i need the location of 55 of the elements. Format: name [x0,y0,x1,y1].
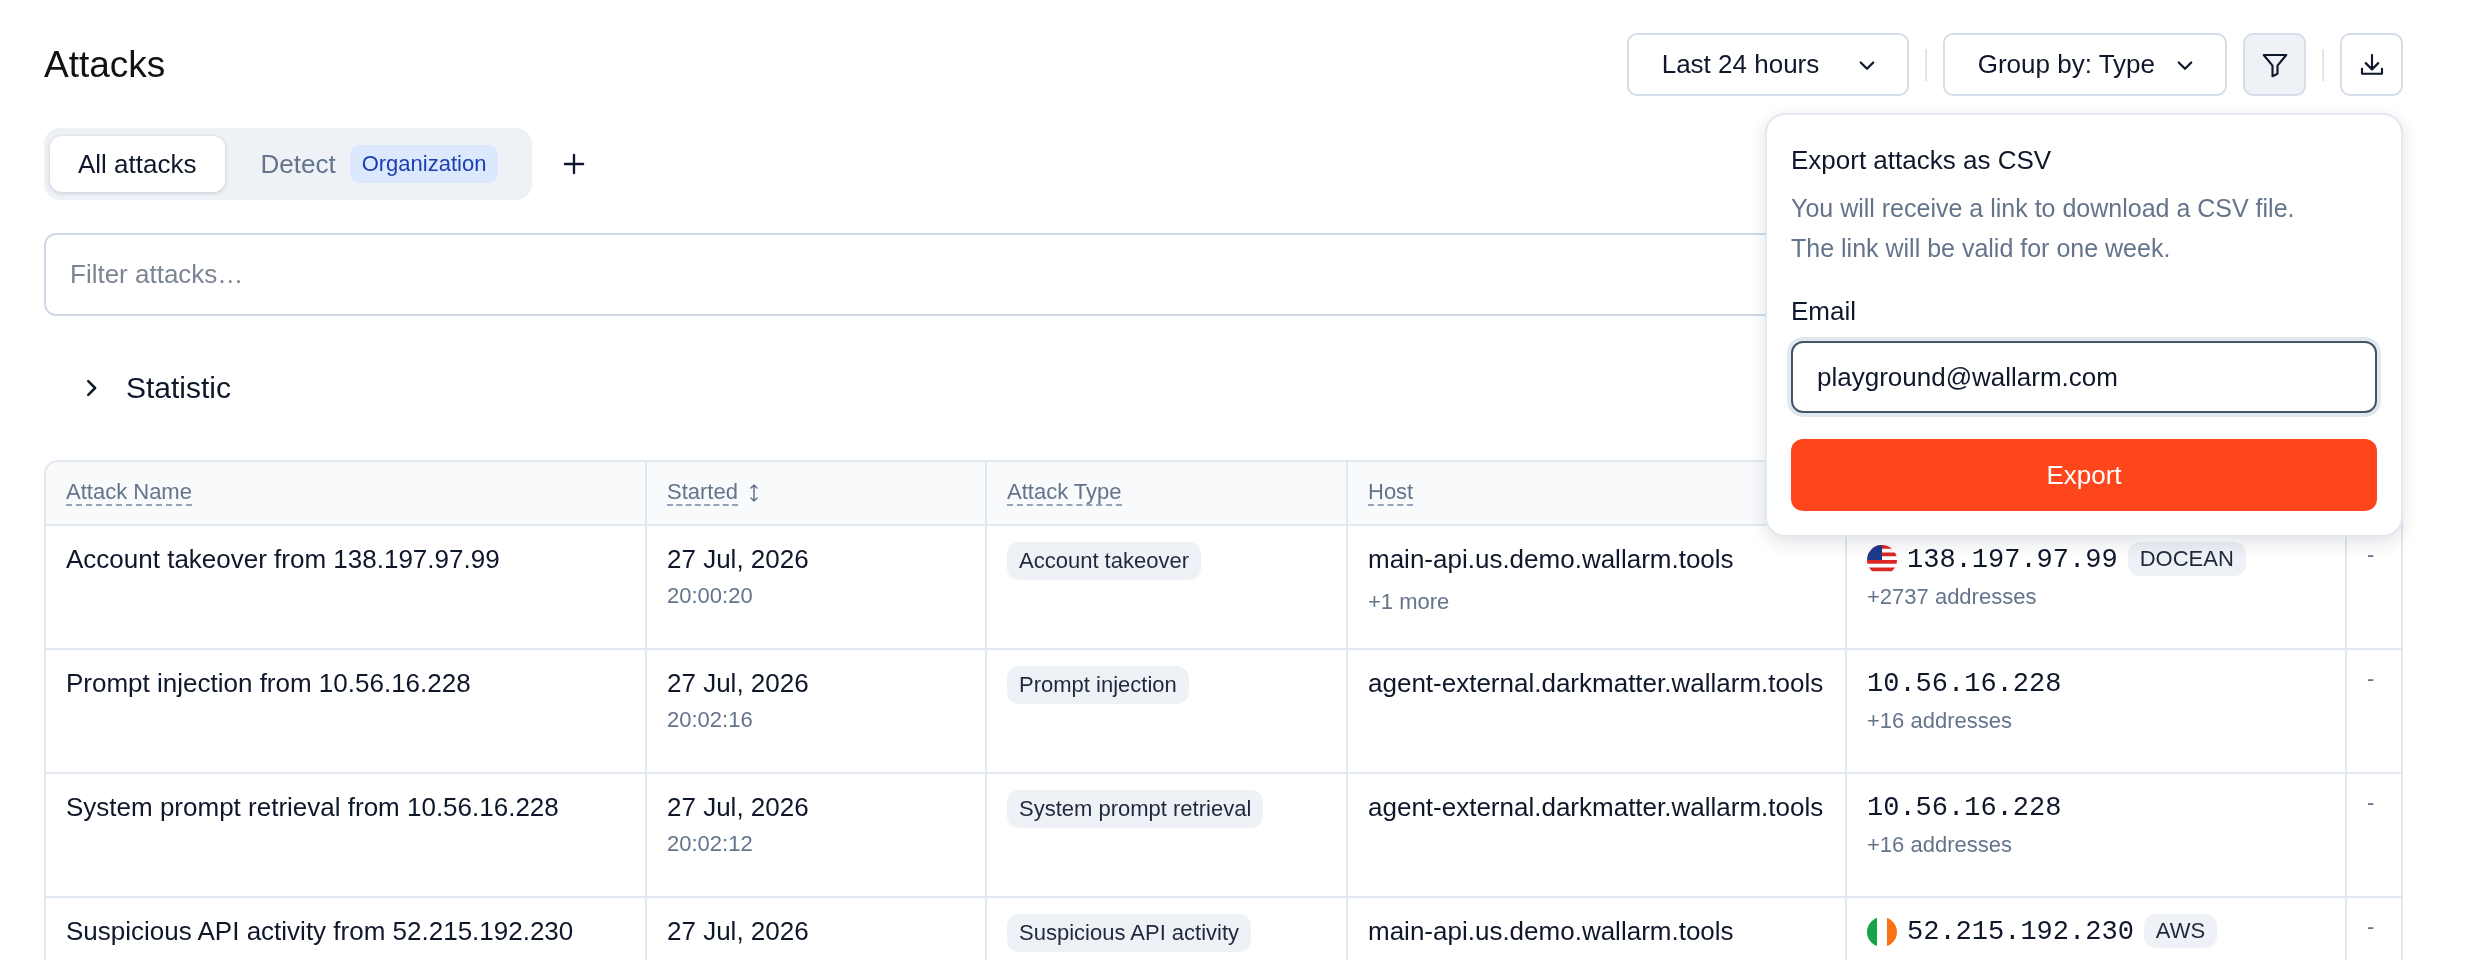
start-date: 27 Jul, 2026 [667,667,810,700]
ip-address: 138.197.97.99 [1907,544,2118,577]
start-date: 27 Jul, 2026 [667,543,810,576]
provider-tag: AWS [2143,914,2218,948]
empty-value: - [2367,542,2376,568]
view-tab[interactable]: All attacks [50,136,225,192]
empty-value: - [2367,790,2376,816]
attack-name: System prompt retrieval from 10.56.16.228 [66,791,560,824]
attack-type-tag: Suspicious API activity [1007,914,1252,952]
attack-name: Prompt injection from 10.56.16.228 [66,667,472,700]
start-date: 27 Jul, 2026 [667,915,810,948]
page-title: Attacks [44,43,166,86]
group-by-dropdown[interactable]: Group by: Type [1942,33,2227,96]
ip-address: 10.56.16.228 [1867,668,2062,701]
popover-title: Export attacks as CSV [1791,145,2053,176]
host-name: agent-external.darkmatter.wallarm.tools [1368,791,1825,824]
host-name: main-api.us.demo.wallarm.tools [1368,915,1735,948]
column-header[interactable]: Attack Type [985,462,1346,524]
column-title: Host [1368,479,1414,507]
period-dropdown[interactable]: Last 24 hours [1626,33,1909,96]
start-time: 20:02:16 [667,707,754,734]
flag-icon [1867,917,1897,948]
attack-name: Suspicious API activity from 52.215.192.230 [66,915,575,948]
provider-tag: DOCEAN [2127,542,2246,576]
ip-address: 10.56.16.228 [1867,792,2062,825]
view-tab[interactable]: Detect Organization [232,136,527,192]
attack-type-tag: Prompt injection [1007,666,1189,704]
start-time: 20:00:20 [667,583,754,610]
column-header[interactable]: Attack Name [46,462,645,524]
scope-badge: Organization [349,145,499,183]
more-addresses-text: +2737 addresses [1867,584,2038,611]
more-addresses-text: +16 addresses [1867,832,2013,859]
host-name: main-api.us.demo.wallarm.tools [1368,543,1735,576]
attack-type-tag: System prompt retrieval [1007,790,1264,828]
more-addresses-text: +16 addresses [1867,708,2013,735]
column-header[interactable]: Started [645,462,985,524]
email-field[interactable]: playground@wallarm.com [1791,341,2377,413]
column-title: Started [667,479,738,507]
attack-name: Account takeover from 138.197.97.99 [66,543,501,576]
ip-address: 52.215.192.230 [1907,916,2134,949]
more-hosts-link[interactable]: +1 more [1368,589,1825,616]
filter-button[interactable] [2243,33,2306,96]
start-date: 27 Jul, 2026 [667,791,810,824]
tab-label: Detect [260,148,336,180]
attack-type-tag: Account takeover [1007,542,1201,580]
statistic-toggle[interactable]: Statistic [44,352,232,424]
empty-value: - [2367,666,2376,692]
start-time: 20:02:12 [667,831,754,858]
sort-icon [747,482,760,504]
column-title: Attack Name [66,479,192,507]
download-button[interactable] [2340,33,2403,96]
column-title: Attack Type [1007,479,1122,507]
empty-value: - [2367,914,2376,940]
host-name: agent-external.darkmatter.wallarm.tools [1368,667,1825,700]
tab-label: All attacks [78,148,197,180]
